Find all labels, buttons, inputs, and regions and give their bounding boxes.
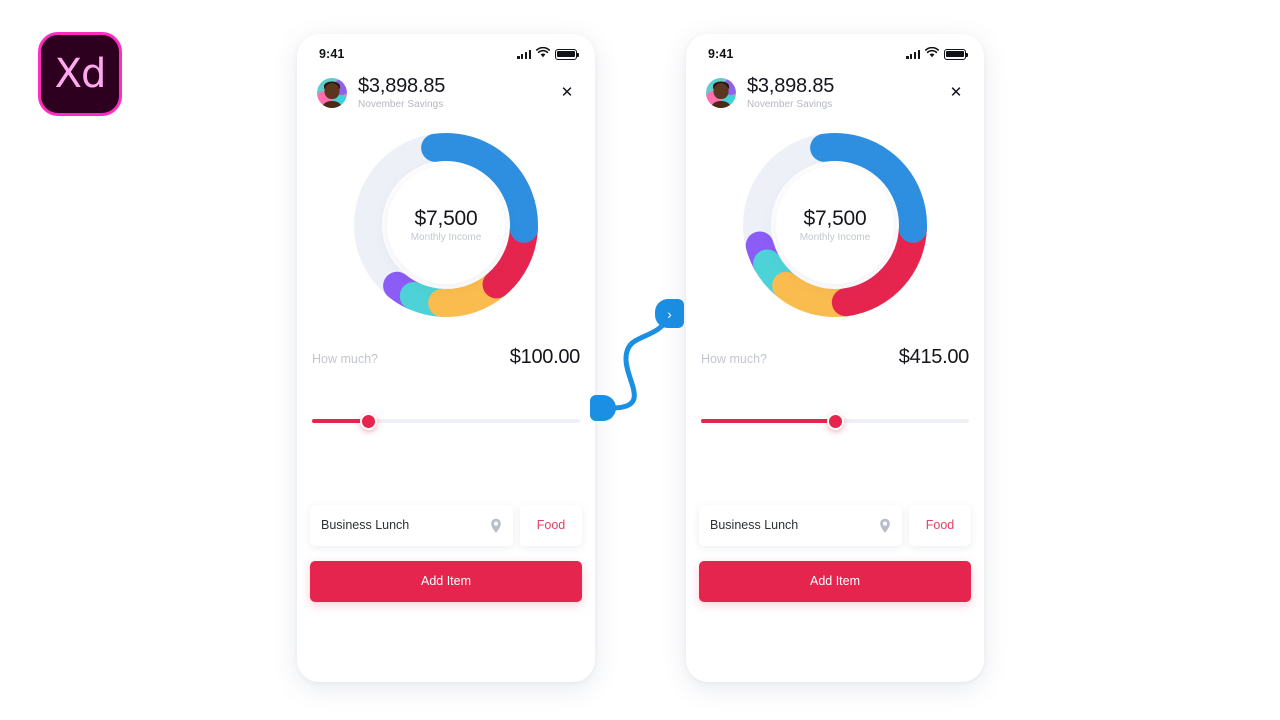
adobe-xd-logo: Xd	[38, 32, 122, 116]
avatar-body	[321, 100, 343, 108]
screen-header: $3,898.85 November Savings ✕	[297, 68, 595, 110]
savings-amount: $3,898.85	[358, 75, 446, 97]
artboard-screen-1[interactable]: 9:41 $3,898.85 November Savings ✕ $7,500…	[297, 34, 595, 682]
donut-chart: $7,500 Monthly Income	[732, 122, 938, 328]
wifi-icon	[925, 45, 939, 63]
prototype-connector: ›	[590, 285, 690, 430]
artboard-screen-2[interactable]: 9:41 $3,898.85 November Savings ✕ $7,500…	[686, 34, 984, 682]
savings-subtitle: November Savings	[747, 98, 833, 110]
avatar-body	[710, 100, 732, 108]
close-icon[interactable]: ✕	[946, 83, 966, 103]
close-icon[interactable]: ✕	[557, 83, 577, 103]
item-form-row: Business Lunch Food	[297, 504, 595, 546]
status-icons	[906, 45, 969, 63]
status-time: 9:41	[319, 47, 345, 61]
connector-wire	[609, 312, 673, 411]
item-name-value: Business Lunch	[710, 518, 799, 533]
status-bar: 9:41	[686, 34, 984, 68]
battery-icon	[555, 48, 580, 60]
category-tag-food[interactable]: Food	[520, 504, 582, 546]
item-name-value: Business Lunch	[321, 518, 410, 533]
status-bar: 9:41	[297, 34, 595, 68]
signal-bars-icon	[906, 49, 920, 59]
donut-chart: $7,500 Monthly Income	[343, 122, 549, 328]
battery-icon	[944, 48, 969, 60]
amount-label: How much?	[701, 351, 767, 366]
slider-thumb[interactable]	[826, 412, 844, 430]
donut-center-label: Monthly Income	[410, 231, 482, 243]
amount-row: How much? $415.00	[686, 346, 984, 369]
donut-chart-wrap: $7,500 Monthly Income	[686, 122, 984, 328]
amount-row: How much? $100.00	[297, 346, 595, 369]
donut-center: $7,500 Monthly Income	[387, 165, 505, 284]
amount-value: $415.00	[898, 345, 970, 368]
status-time: 9:41	[708, 47, 734, 61]
location-pin-icon[interactable]	[879, 518, 891, 533]
amount-label: How much?	[312, 351, 378, 366]
category-tag-food[interactable]: Food	[909, 504, 971, 546]
item-name-input[interactable]: Business Lunch	[310, 504, 513, 546]
status-icons	[517, 45, 580, 63]
avatar[interactable]	[317, 77, 347, 108]
screen-header: $3,898.85 November Savings ✕	[686, 68, 984, 110]
savings-subtitle: November Savings	[358, 98, 444, 110]
avatar-face	[324, 82, 340, 99]
wifi-icon	[536, 45, 550, 63]
slider-thumb[interactable]	[359, 412, 377, 430]
add-item-button[interactable]: Add Item	[310, 560, 582, 602]
item-name-input[interactable]: Business Lunch	[699, 504, 902, 546]
item-form-row: Business Lunch Food	[686, 504, 984, 546]
slider-fill	[701, 418, 835, 423]
donut-center-value: $7,500	[414, 206, 478, 230]
header-texts: $3,898.85 November Savings	[358, 75, 557, 110]
donut-center-value: $7,500	[803, 206, 867, 230]
amount-slider[interactable]	[701, 412, 969, 430]
connector-target-arrow[interactable]: ›	[655, 299, 684, 328]
location-pin-icon[interactable]	[490, 518, 502, 533]
add-item-button[interactable]: Add Item	[699, 560, 971, 602]
donut-chart-wrap: $7,500 Monthly Income	[297, 122, 595, 328]
amount-slider[interactable]	[312, 412, 580, 430]
adobe-xd-logo-text: Xd	[54, 51, 107, 97]
amount-value: $100.00	[509, 345, 581, 368]
signal-bars-icon	[517, 49, 531, 59]
avatar-face	[713, 82, 729, 99]
header-texts: $3,898.85 November Savings	[747, 75, 946, 110]
savings-amount: $3,898.85	[747, 75, 835, 97]
donut-center: $7,500 Monthly Income	[776, 165, 894, 284]
donut-center-label: Monthly Income	[799, 231, 871, 243]
avatar[interactable]	[706, 77, 736, 108]
